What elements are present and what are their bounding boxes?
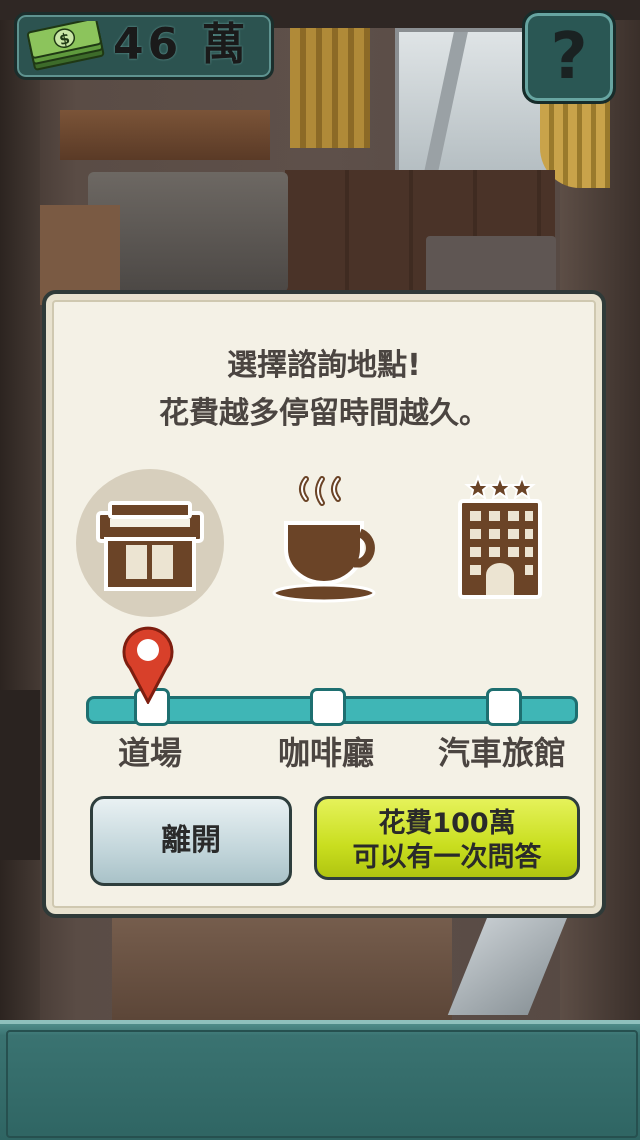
curtain-left <box>290 28 370 148</box>
bottom-panel <box>0 1020 640 1140</box>
money-value: 46 萬 <box>113 19 250 70</box>
dojo-building-icon <box>96 501 204 591</box>
location-label-dojo: 道場 <box>117 734 182 772</box>
three-star-hotel-icon <box>458 474 542 599</box>
location-option-dojo[interactable] <box>76 469 224 617</box>
location-label-motel: 汽車旅館 <box>437 734 566 772</box>
mirror <box>447 905 573 1015</box>
pay-button-line2: 可以有一次問答 <box>352 842 542 873</box>
location-select-dialog: 選擇諮詢地點! 花費越多停留時間越久。 道場 咖啡廳 汽車旅館 離開 花費100… <box>42 290 606 918</box>
dialog-title-line1: 選擇諮詢地點! <box>227 348 421 383</box>
left-wall <box>0 20 40 1020</box>
pay-consult-button[interactable]: 花費100萬 可以有一次問答 <box>314 796 580 880</box>
wall-shelf <box>60 110 270 160</box>
bottom-panel-frame <box>6 1030 638 1138</box>
floor-lamp <box>0 690 40 860</box>
location-option-cafe[interactable] <box>250 469 398 617</box>
dialog-title: 選擇諮詢地點! 花費越多停留時間越久。 <box>46 342 602 438</box>
coffee-cup-icon <box>272 476 376 603</box>
location-pin-icon[interactable] <box>120 624 176 704</box>
location-label-cafe: 咖啡廳 <box>277 734 374 772</box>
slider-stop-cafe[interactable] <box>310 688 346 726</box>
question-mark-icon: ? <box>550 20 588 94</box>
money-counter: $ 46 萬 <box>14 12 274 80</box>
location-option-motel[interactable] <box>426 469 574 617</box>
pay-button-line1: 花費100萬 <box>378 808 516 839</box>
cash-bundle-icon: $ <box>26 21 105 71</box>
help-button[interactable]: ? <box>522 10 616 104</box>
slider-stop-motel[interactable] <box>486 688 522 726</box>
cardboard-box <box>112 900 452 1020</box>
dialog-title-line2: 花費越多停留時間越久。 <box>159 396 489 431</box>
leave-button[interactable]: 離開 <box>90 796 292 886</box>
